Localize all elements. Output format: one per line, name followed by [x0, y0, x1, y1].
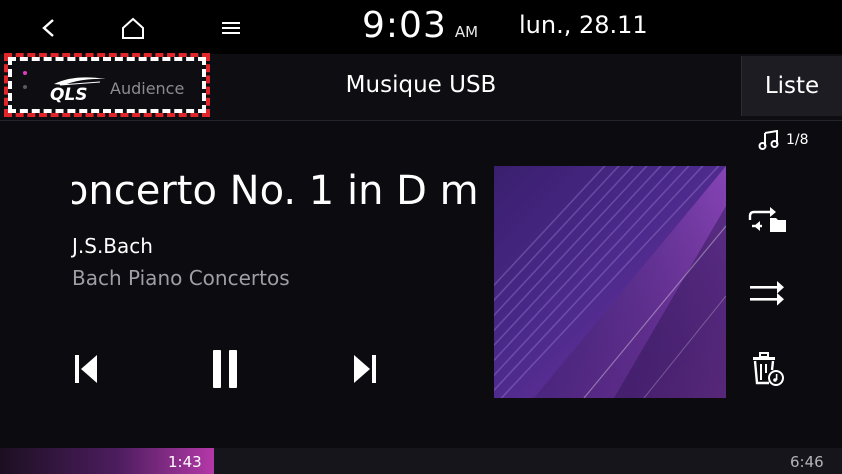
next-track-button[interactable]: [335, 341, 395, 397]
repeat-folder-icon: [748, 207, 786, 232]
page-dot-active: [23, 71, 27, 75]
elapsed-time: 1:43: [168, 453, 202, 471]
progress-bar[interactable]: [0, 448, 842, 474]
skip-next-icon: [354, 355, 376, 383]
music-note-icon: [758, 130, 779, 150]
qls-logo: QLS: [50, 71, 108, 107]
sound-mode-label: Audience: [110, 79, 185, 98]
artist-name: J.S.Bach: [72, 234, 153, 258]
track-counter-text: 1/8: [786, 132, 809, 148]
sound-mode-logo[interactable]: QLS Audience: [4, 53, 210, 117]
delete-music-icon: [753, 352, 784, 386]
delete-track-button[interactable]: [740, 344, 794, 394]
previous-track-button[interactable]: [56, 341, 116, 397]
status-bar: 9:03 AM lun., 28.11: [0, 0, 842, 54]
clock: 9:03 AM: [362, 5, 478, 49]
hamburger-menu-icon: [222, 22, 240, 34]
track-title: Concerto No. 1 in D m: [72, 168, 478, 214]
album-art: [494, 166, 727, 399]
menu-button[interactable]: [208, 8, 254, 48]
back-button[interactable]: [26, 8, 72, 48]
home-icon: [122, 17, 144, 39]
clock-ampm: AM: [454, 23, 479, 41]
media-player-screen: 9:03 AM lun., 28.11 Musique USB Liste QL…: [0, 0, 842, 474]
list-button[interactable]: Liste: [741, 56, 842, 116]
total-time: 6:46: [790, 453, 824, 471]
page-indicator: [23, 71, 27, 99]
track-title-marquee: Concerto No. 1 in D m: [72, 164, 478, 224]
home-button[interactable]: [110, 8, 156, 48]
repeat-button[interactable]: [740, 194, 794, 244]
qls-logo-text: QLS: [50, 85, 88, 105]
pause-button[interactable]: [195, 341, 255, 397]
clock-time: 9:03: [362, 5, 447, 46]
album-art-image: [494, 166, 727, 399]
back-arrow-icon: [42, 19, 54, 37]
track-counter: 1/8: [758, 130, 809, 150]
page-dot: [23, 85, 27, 89]
album-name: Bach Piano Concertos: [72, 266, 290, 290]
date-label: lun., 28.11: [519, 11, 648, 39]
skip-previous-icon: [75, 355, 97, 383]
pause-icon: [213, 350, 237, 388]
shuffle-button[interactable]: [740, 268, 794, 318]
shuffle-off-icon: [750, 281, 784, 306]
